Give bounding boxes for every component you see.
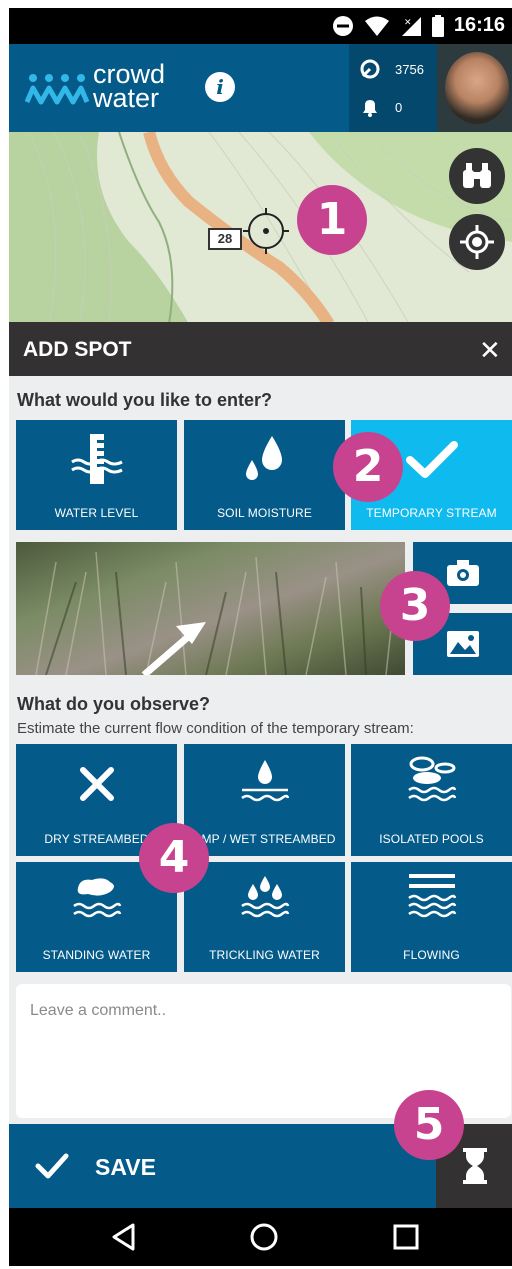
notifications-count: 0 xyxy=(395,99,403,115)
battery-icon xyxy=(431,14,444,37)
stream-photo[interactable] xyxy=(16,542,405,675)
image-icon xyxy=(447,631,479,657)
checkmark-icon xyxy=(35,1153,69,1179)
my-location-button[interactable] xyxy=(449,214,505,270)
observe-hint: Estimate the current flow condition of t… xyxy=(17,720,414,737)
status-bar: ✕ 16:16 xyxy=(9,8,512,44)
save-button[interactable]: SAVE xyxy=(9,1124,436,1208)
entry-question: What would you like to enter? xyxy=(17,390,273,410)
binoculars-icon xyxy=(463,163,491,188)
android-nav-bar xyxy=(9,1208,512,1266)
user-stats[interactable]: 3756 0 xyxy=(349,44,437,132)
option-label: WATER LEVEL xyxy=(54,506,139,520)
do-not-disturb-icon xyxy=(332,15,353,36)
callout-badge-3: 3 xyxy=(380,571,450,641)
info-button[interactable]: i xyxy=(205,72,235,102)
pools-icon xyxy=(407,756,456,802)
app-header: crowd water i 3756 0 xyxy=(9,44,512,132)
drop-waves-icon xyxy=(240,760,289,802)
hourglass-icon xyxy=(462,1148,487,1184)
save-label: SAVE xyxy=(95,1154,156,1180)
option-label: ISOLATED POOLS xyxy=(379,832,484,846)
camera-icon xyxy=(447,560,479,586)
points-row: 3756 xyxy=(359,58,424,80)
logo-text: crowd water xyxy=(93,61,165,113)
wifi-icon xyxy=(364,16,389,36)
binoculars-button[interactable] xyxy=(449,148,505,204)
logo-line-2: water xyxy=(93,83,160,113)
recents-icon[interactable] xyxy=(391,1222,421,1252)
x-icon xyxy=(79,767,114,801)
signal-icon: ✕ xyxy=(401,16,421,36)
svg-text:✕: ✕ xyxy=(404,18,412,28)
callout-badge-5: 5 xyxy=(394,1090,464,1160)
crosshair-icon xyxy=(243,208,289,254)
add-spot-title: ADD SPOT xyxy=(23,338,132,361)
back-icon[interactable] xyxy=(109,1222,139,1252)
option-flowing[interactable]: FLOWING xyxy=(351,862,512,972)
clock: 16:16 xyxy=(453,14,505,36)
soil-moisture-icon xyxy=(245,436,282,480)
flowing-icon xyxy=(407,874,456,918)
option-label: FLOWING xyxy=(403,948,460,962)
add-spot-bar: ADD SPOT ✕ xyxy=(9,322,512,376)
bell-icon xyxy=(363,100,377,117)
callout-badge-4: 4 xyxy=(139,823,209,893)
close-button[interactable]: ✕ xyxy=(479,335,501,366)
water-level-icon xyxy=(70,434,123,484)
checkmark-icon xyxy=(405,441,458,478)
option-water-level[interactable]: WATER LEVEL xyxy=(16,420,177,530)
option-label: STANDING WATER xyxy=(42,948,151,962)
avatar-photo xyxy=(445,52,509,124)
trickling-water-icon xyxy=(240,876,289,918)
observe-question: What do you observe? xyxy=(17,694,211,714)
phone-screen: ✕ 16:16 crowd water i 3756 0 28 1 ADD SP… xyxy=(9,8,512,1266)
road-number-label: 28 xyxy=(208,228,242,250)
points-icon xyxy=(360,59,380,79)
map-view[interactable]: 28 xyxy=(9,132,512,324)
user-avatar[interactable] xyxy=(437,44,512,132)
option-label: TRICKLING WATER xyxy=(209,948,320,962)
option-label: TEMPORARY STREAM xyxy=(366,506,497,520)
option-isolated-pools[interactable]: ISOLATED POOLS xyxy=(351,744,512,856)
photo-content xyxy=(35,551,397,675)
option-label: SOIL MOISTURE xyxy=(217,506,312,520)
notifications-row: 0 xyxy=(359,96,402,118)
home-icon[interactable] xyxy=(249,1222,279,1252)
option-trickling-water[interactable]: TRICKLING WATER xyxy=(184,862,345,972)
option-label: AMP / WET STREAMBED xyxy=(193,832,336,846)
option-damp-wet-streambed[interactable]: AMP / WET STREAMBED xyxy=(184,744,345,856)
target-icon xyxy=(460,225,494,259)
callout-badge-2: 2 xyxy=(333,432,403,502)
points-count: 3756 xyxy=(395,61,424,77)
standing-water-icon xyxy=(72,878,121,918)
option-soil-moisture[interactable]: SOIL MOISTURE xyxy=(184,420,345,530)
callout-badge-1: 1 xyxy=(297,185,367,255)
